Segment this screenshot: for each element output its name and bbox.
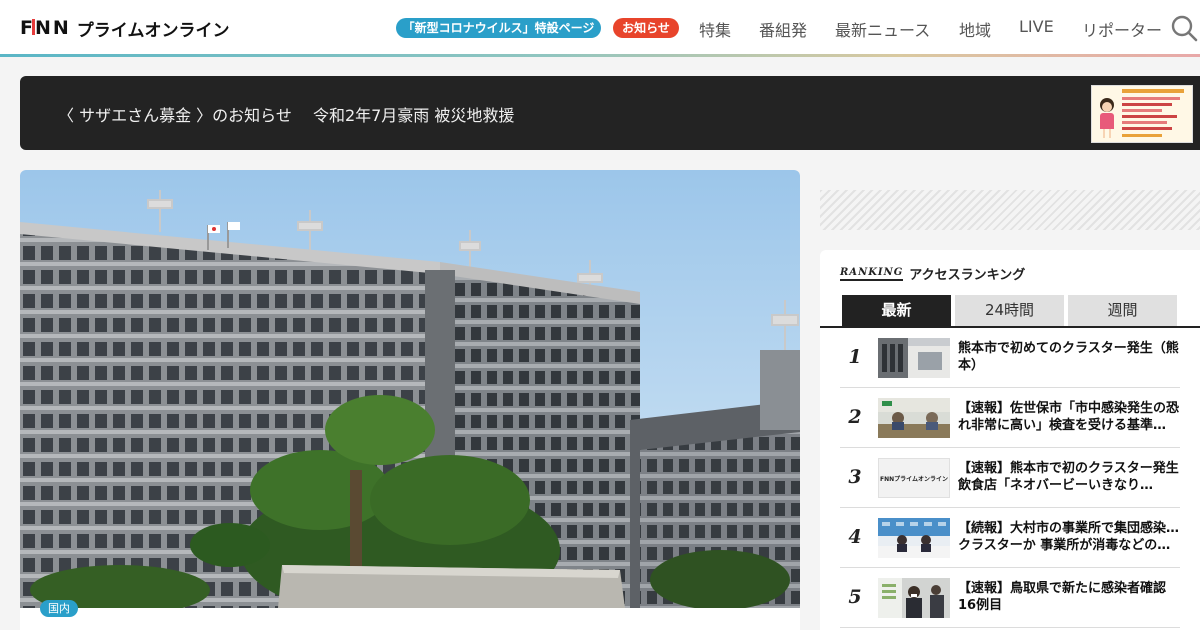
ranking-item[interactable]: 1 熊本市で初めてのクラスター発生（熊本） <box>840 328 1180 388</box>
nav-programs[interactable]: 番組発 <box>759 17 807 41</box>
nav-feature[interactable]: 特集 <box>699 17 731 41</box>
banner-thumbnail[interactable] <box>1091 85 1193 143</box>
corona-special-link[interactable]: 「新型コロナウイルス」特設ページ <box>396 18 601 38</box>
search-icon[interactable] <box>1170 14 1198 42</box>
header-divider <box>0 54 1200 57</box>
rank-number: 5 <box>848 586 862 608</box>
ranking-logo: RANKING <box>840 267 904 281</box>
tab-24h[interactable]: 24時間 <box>955 295 1064 326</box>
site-header: FNN プライムオンライン 「新型コロナウイルス」特設ページ お知らせ 特集 番… <box>0 0 1200 54</box>
nav-latest-news[interactable]: 最新ニュース <box>835 17 930 41</box>
category-badge[interactable]: 国内 <box>40 600 78 617</box>
featured-article[interactable]: 国内 <box>20 170 800 630</box>
ranking-header: RANKING アクセスランキング <box>840 264 1025 283</box>
fnn-logo-thumb: FNNプライムオンライン <box>879 475 949 483</box>
ad-placeholder <box>820 190 1200 230</box>
article-hero-image[interactable] <box>20 170 800 608</box>
tab-latest[interactable]: 最新 <box>842 295 951 326</box>
nav-reporter[interactable]: リポーター <box>1082 17 1162 41</box>
nav-live[interactable]: LIVE <box>1019 17 1054 36</box>
ranking-title-text[interactable]: 熊本市で初めてのクラスター発生（熊本） <box>958 340 1180 374</box>
ranking-thumbnail[interactable]: FNNプライムオンライン <box>878 458 950 498</box>
ranking-tabs: 最新 24時間 週間 <box>842 295 1180 326</box>
ranking-title-text[interactable]: 【速報】佐世保市「市中感染発生の恐れ非常に高い」検査を受ける基準… <box>958 400 1180 434</box>
ranking-item[interactable]: 4 【続報】大村市の事業所で集団感染…クラスターか 事業所が消毒などの… <box>840 508 1180 568</box>
ranking-item[interactable]: 5 【速報】鳥取県で新たに感染者確認 16例目 <box>840 568 1180 628</box>
tab-weekly[interactable]: 週間 <box>1068 295 1177 326</box>
ranking-title-text[interactable]: 【続報】大村市の事業所で集団感染…クラスターか 事業所が消毒などの… <box>958 520 1180 554</box>
nav-region[interactable]: 地域 <box>959 17 991 41</box>
rank-number: 2 <box>848 406 862 428</box>
ranking-item[interactable]: 2 【速報】佐世保市「市中感染発生の恐れ非常に高い」検査を受ける基準… <box>840 388 1180 448</box>
access-ranking: RANKING アクセスランキング 最新 24時間 週間 1 熊本市で初めてのク… <box>820 250 1200 630</box>
rank-number: 4 <box>848 526 862 548</box>
main-nav: 「新型コロナウイルス」特設ページ お知らせ 特集 番組発 最新ニュース 地域 L… <box>0 0 1200 54</box>
ranking-title-text[interactable]: 【速報】熊本市で初のクラスター発生 飲食店「ネオバービーいきなり… <box>958 460 1180 494</box>
rank-number: 1 <box>848 346 862 368</box>
ranking-thumbnail[interactable] <box>878 578 950 618</box>
ranking-title-text[interactable]: 【速報】鳥取県で新たに感染者確認 16例目 <box>958 580 1180 614</box>
campaign-banner[interactable]: 〈 サザエさん募金 〉のお知らせ 令和2年7月豪雨 被災地救援 <box>20 76 1200 150</box>
ranking-thumbnail[interactable] <box>878 518 950 558</box>
ranking-thumbnail[interactable] <box>878 398 950 438</box>
notice-link[interactable]: お知らせ <box>613 18 679 38</box>
banner-text: 〈 サザエさん募金 〉のお知らせ 令和2年7月豪雨 被災地救援 <box>58 106 515 125</box>
ranking-item[interactable]: 3 FNNプライムオンライン 【速報】熊本市で初のクラスター発生 飲食店「ネオバ… <box>840 448 1180 508</box>
ranking-thumbnail[interactable] <box>878 338 950 378</box>
ranking-title: アクセスランキング <box>909 268 1026 283</box>
rank-number: 3 <box>848 466 862 488</box>
